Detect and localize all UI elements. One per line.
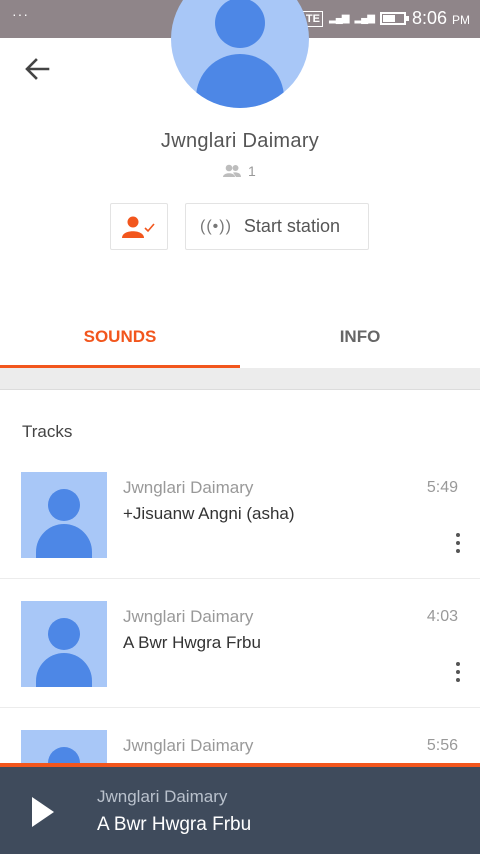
start-station-label: Start station <box>243 216 340 236</box>
followers-count[interactable]: 1 <box>222 163 256 179</box>
track-duration: 4:03 <box>426 608 458 625</box>
track-artist: Jwnglari Daimary <box>123 607 254 626</box>
tab-info[interactable]: INFO <box>240 310 480 368</box>
people-icon <box>223 164 241 177</box>
followers-number: 1 <box>248 163 256 179</box>
broadcast-icon: ((•)) <box>200 217 232 235</box>
profile-tabs: SOUNDS INFO <box>0 310 480 368</box>
track-duration: 5:49 <box>426 479 458 496</box>
notification-dots: ··· <box>12 6 29 22</box>
track-artist: Jwnglari Daimary <box>123 736 254 755</box>
mini-player[interactable]: Jwnglari Daimary A Bwr Hwgra Frbu <box>0 763 480 854</box>
track-title: +Jisuanw Angni (asha) <box>123 504 295 523</box>
signal-icon: ▂▄▆ <box>329 13 349 24</box>
back-button[interactable] <box>22 54 52 84</box>
track-artwork <box>21 601 107 687</box>
follow-button[interactable] <box>110 203 168 250</box>
section-divider <box>0 368 480 390</box>
arrow-left-icon <box>25 58 50 80</box>
track-title: A Bwr Hwgra Frbu <box>123 633 261 652</box>
tracks-heading: Tracks <box>22 422 73 441</box>
track-item[interactable]: Jwnglari Daimary A Bwr Hwgra Frbu 4:03 <box>0 579 480 708</box>
track-item[interactable]: Jwnglari Daimary +Jisuanw Angni (asha) 5… <box>0 450 480 579</box>
profile-name: Jwnglari Daimary <box>160 130 320 152</box>
track-duration: 5:56 <box>426 737 458 754</box>
player-title: A Bwr Hwgra Frbu <box>97 814 252 835</box>
track-artist: Jwnglari Daimary <box>123 478 254 497</box>
profile-avatar <box>171 0 309 108</box>
signal-icon-2: ▂▄▆ <box>354 13 374 24</box>
track-artwork <box>21 472 107 558</box>
clock: 8:06 PM <box>411 8 470 28</box>
user-following-icon <box>122 216 155 238</box>
player-artist: Jwnglari Daimary <box>97 787 228 806</box>
play-icon[interactable] <box>32 797 54 827</box>
more-options-icon[interactable] <box>450 530 466 556</box>
more-options-icon[interactable] <box>450 659 466 685</box>
start-station-button[interactable]: ((•)) Start station <box>185 203 369 250</box>
status-indicators: VOLTE ▂▄▆ ▂▄▆ 8:06 PM <box>281 8 470 29</box>
tab-sounds[interactable]: SOUNDS <box>0 310 240 368</box>
battery-icon <box>379 12 409 25</box>
